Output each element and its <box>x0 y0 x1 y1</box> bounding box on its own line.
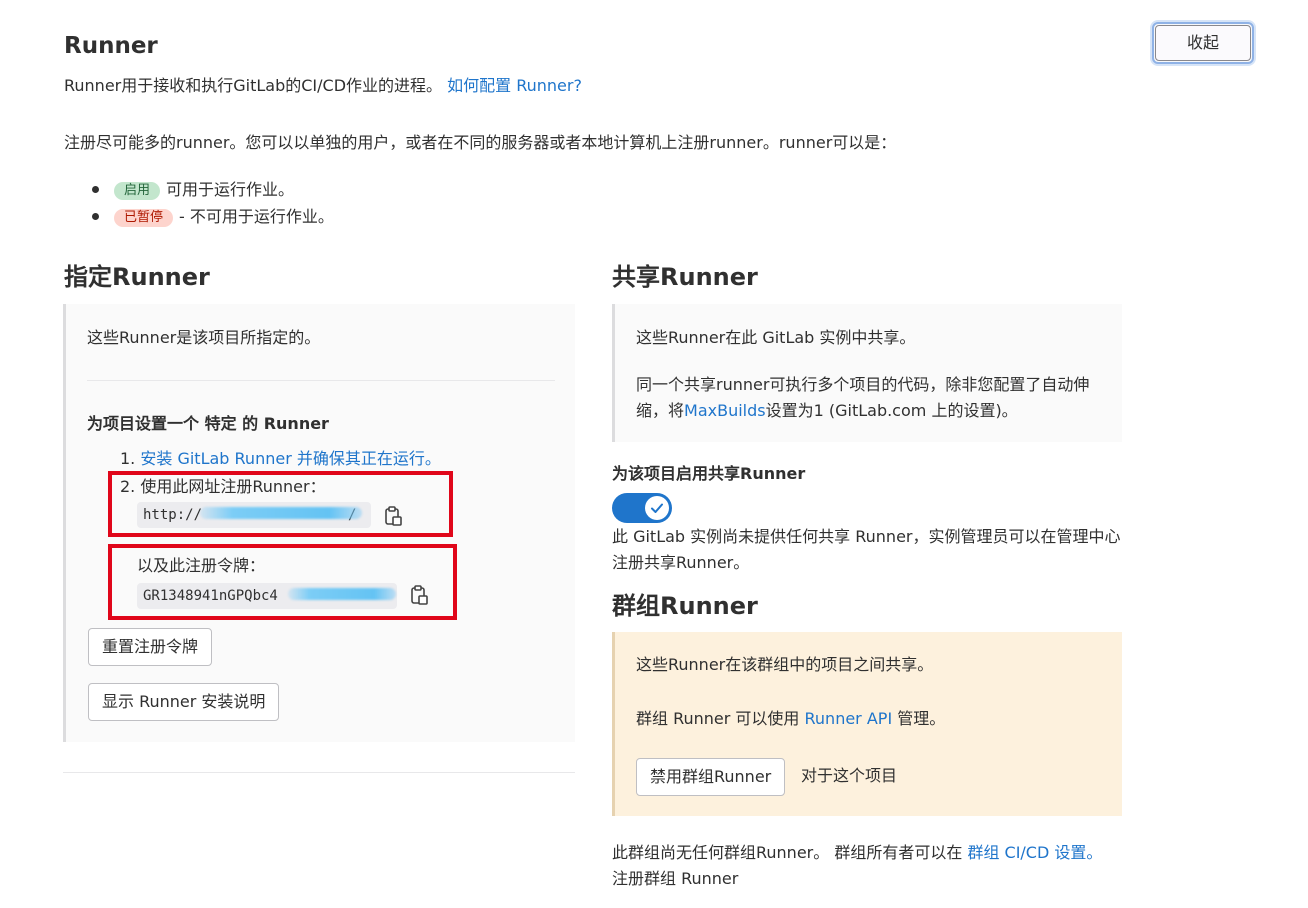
disable-group-runners-suffix: 对于这个项目 <box>801 766 898 785</box>
collapse-button-label: 收起 <box>1155 25 1251 61</box>
runner-api-link[interactable]: Runner API <box>805 709 893 728</box>
api-note-suffix: 管理。 <box>897 709 946 728</box>
shared-runners-autoscale-note: 同一个共享runner可执行多个项目的代码，除非您配置了自动伸缩，将MaxBui… <box>636 372 1106 424</box>
collapse-button[interactable]: 收起 <box>1152 22 1254 64</box>
intro-text: Runner用于接收和执行GitLab的CI/CD作业的进程。 如何配置 Run… <box>64 74 582 97</box>
autoscale-suffix: 设置为1 (GitLab.com 上的设置)。 <box>765 401 1018 420</box>
group-cicd-settings-link[interactable]: 群组 CI/CD 设置。 <box>967 843 1102 862</box>
status-badge-paused: 已暂停 <box>114 209 174 227</box>
divider <box>63 772 575 773</box>
group-note-suffix: 注册群组 Runner <box>612 869 739 888</box>
disable-group-runners-button[interactable]: 禁用群组Runner <box>636 758 786 796</box>
shared-runners-title: 共享Runner <box>612 263 758 291</box>
api-note-text: 群组 Runner 可以使用 <box>636 709 800 728</box>
highlight-box <box>108 544 457 620</box>
how-to-configure-runner-link[interactable]: 如何配置 Runner? <box>447 76 582 95</box>
divider <box>87 380 555 381</box>
show-install-instructions-button[interactable]: 显示 Runner 安装说明 <box>88 683 280 721</box>
intro-description: Runner用于接收和执行GitLab的CI/CD作业的进程。 <box>64 76 443 95</box>
specific-runners-title: 指定Runner <box>64 263 210 291</box>
maxbuilds-link[interactable]: MaxBuilds <box>684 401 766 420</box>
enable-shared-runners-toggle[interactable] <box>612 493 672 523</box>
status-description: 可用于运行作业。 <box>166 180 295 199</box>
shared-runners-empty-note: 此 GitLab 实例尚未提供任何共享 Runner，实例管理员可以在管理中心注… <box>612 527 1121 572</box>
list-item: 已暂停 - 不可用于运行作业。 <box>92 203 334 230</box>
specific-runners-description: 这些Runner是该项目所指定的。 <box>87 328 321 347</box>
install-step: 1. 安装 GitLab Runner 并确保其正在运行。 <box>120 447 441 470</box>
highlight-box <box>108 471 453 537</box>
enable-shared-runners-label: 为该项目启用共享Runner <box>612 464 806 483</box>
register-description: 注册尽可能多的runner。您可以以单独的用户，或者在不同的服务器或者本地计算机… <box>64 133 897 152</box>
status-badge-online: 启用 <box>114 182 161 200</box>
group-note-text: 此群组尚无任何群组Runner。 群组所有者可以在 <box>612 843 963 862</box>
group-runners-empty-note: 此群组尚无任何群组Runner。 群组所有者可以在 群组 CI/CD 设置。 注… <box>612 840 1112 892</box>
reset-token-button[interactable]: 重置注册令牌 <box>88 628 213 666</box>
install-runner-link[interactable]: 安装 GitLab Runner 并确保其正在运行。 <box>140 449 441 468</box>
group-runners-description: 这些Runner在该群组中的项目之间共享。 <box>636 655 934 674</box>
check-icon <box>651 503 663 513</box>
shared-runners-description: 这些Runner在此 GitLab 实例中共享。 <box>636 328 916 347</box>
toggle-knob <box>645 496 669 520</box>
status-description: - 不可用于运行作业。 <box>179 207 334 226</box>
group-runners-title: 群组Runner <box>612 592 758 620</box>
section-title: Runner <box>64 33 158 59</box>
setup-heading: 为项目设置一个 特定 的 Runner <box>87 414 329 433</box>
status-list: 启用 可用于运行作业。 已暂停 - 不可用于运行作业。 <box>92 176 334 230</box>
step-number: 1. <box>120 449 136 468</box>
group-runners-api-note: 群组 Runner 可以使用 Runner API 管理。 <box>636 707 945 730</box>
list-item: 启用 可用于运行作业。 <box>92 176 334 203</box>
